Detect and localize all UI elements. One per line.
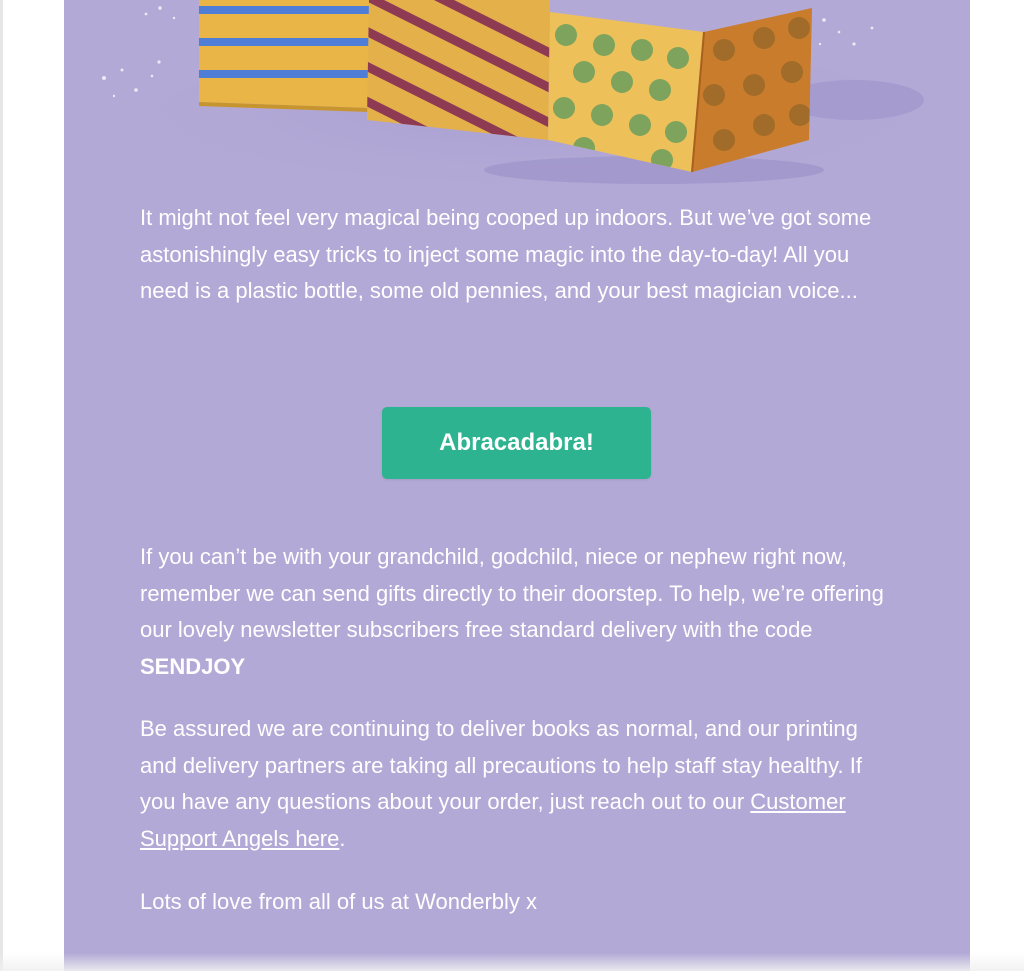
hero-illustration: [64, 0, 970, 200]
delivery-text: If you can’t be with your grandchild, go…: [140, 544, 884, 642]
abracadabra-button[interactable]: Abracadabra!: [382, 407, 651, 479]
email-body: It might not feel very magical being coo…: [64, 0, 970, 971]
intro-paragraph: It might not feel very magical being coo…: [140, 205, 872, 303]
assurance-paragraph: Be assured we are continuing to deliver …: [140, 711, 890, 857]
left-border: [0, 0, 3, 971]
signoff-text: Lots of love from all of us at Wonderbly…: [140, 889, 537, 914]
promo-code: SENDJOY: [140, 653, 246, 679]
delivery-paragraph: If you can’t be with your grandchild, go…: [140, 539, 890, 685]
assurance-suffix: .: [339, 825, 346, 851]
